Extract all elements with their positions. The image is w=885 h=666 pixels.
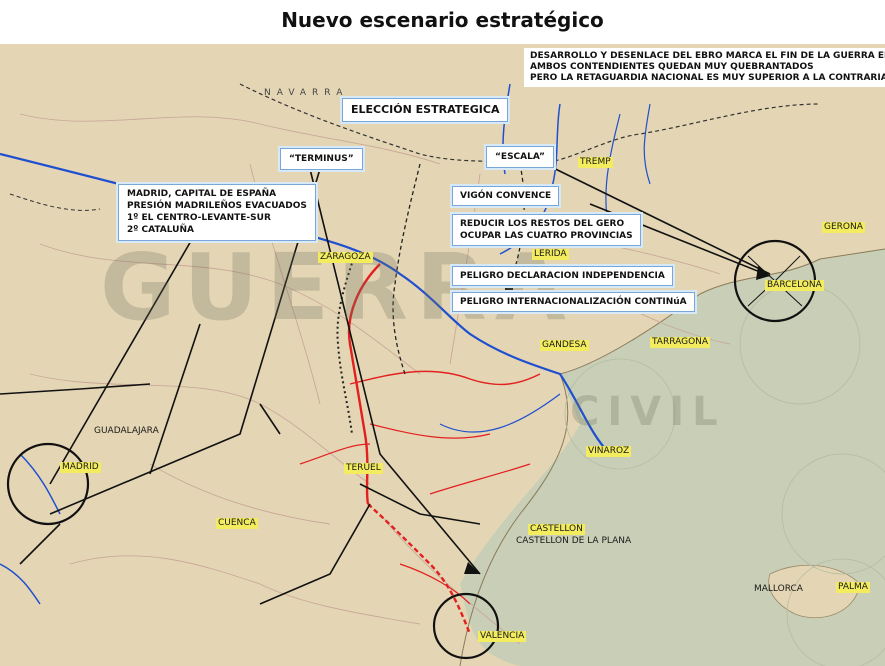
callout-reducir: REDUCIR LOS RESTOS DEL GERO OCUPAR LAS C…: [452, 214, 641, 246]
callout-peligro-independencia: PELIGRO DECLARACION INDEPENDENCIA: [452, 266, 673, 286]
city-zaragoza: ZARAGOZA: [318, 252, 373, 263]
header-note-line2: AMBOS CONTENDIENTES QUEDAN MUY QUEBRANTA…: [530, 62, 814, 72]
city-lerida: LERIDA: [532, 249, 569, 260]
city-castellon: CASTELLON: [528, 524, 585, 535]
callout-escala: “ESCALA”: [486, 146, 554, 168]
callout-reducir-line1: REDUCIR LOS RESTOS DEL GERO: [460, 219, 625, 229]
callout-vigon: VIGÓN CONVENCE: [452, 186, 560, 206]
city-guadalajara: GUADALAJARA: [94, 426, 159, 436]
callout-terminus: “TERMINUS”: [280, 148, 363, 170]
city-gerona: GERONA: [822, 222, 865, 233]
callout-reducir-line2: OCUPAR LAS CUATRO PROVINCIAS: [460, 231, 633, 241]
callout-madrid-line1: MADRID, CAPITAL DE ESPAÑA: [127, 189, 277, 199]
header-note-line1: DESARROLLO Y DESENLACE DEL EBRO MARCA EL…: [530, 51, 885, 61]
city-gandesa: GANDESA: [540, 340, 589, 351]
header-note-line3: PERO LA RETAGUARDIA NACIONAL ES MUY SUPE…: [530, 73, 885, 83]
callout-madrid: MADRID, CAPITAL DE ESPAÑA PRESIÓN MADRIL…: [118, 184, 316, 241]
callout-peligro-internacionalizacion: PELIGRO INTERNACIONALIZACIÓN CONTINúA: [452, 292, 695, 312]
city-palma: PALMA: [836, 582, 870, 593]
city-tremp: TREMP: [578, 157, 613, 168]
map-svg: [0, 44, 885, 666]
city-vinaroz: VINAROZ: [586, 446, 632, 457]
city-tarragona: TARRAGONA: [650, 337, 711, 348]
city-barcelona: BARCELONA: [765, 280, 824, 291]
city-navarra: NAVARRA: [264, 88, 349, 98]
city-castellon-plana: CASTELLON DE LA PLANA: [516, 536, 632, 546]
callout-eleccion-estrategica: ELECCIÓN ESTRATEGICA: [342, 98, 509, 122]
page-title: Nuevo escenario estratégico: [281, 8, 604, 32]
callout-madrid-line2: PRESIÓN MADRILEÑOS EVACUADOS: [127, 201, 307, 211]
callout-madrid-line3: 1º EL CENTRO-LEVANTE-SUR: [127, 213, 271, 223]
city-madrid: MADRID: [60, 462, 101, 473]
map-area: GUERRA CIVIL NAVARRA ZARAGOZA LERIDA TRE…: [0, 44, 885, 666]
watermark-guerra: GUERRA: [100, 234, 574, 341]
city-valencia: VALENCIA: [478, 631, 527, 642]
city-teruel: TERUEL: [344, 463, 383, 474]
callout-madrid-line4: 2º CATALUÑA: [127, 225, 194, 235]
city-cuenca: CUENCA: [216, 518, 258, 529]
header-note: DESARROLLO Y DESENLACE DEL EBRO MARCA EL…: [524, 48, 885, 87]
watermark-civil: CIVIL: [570, 389, 726, 435]
city-mallorca: MALLORCA: [754, 584, 803, 594]
